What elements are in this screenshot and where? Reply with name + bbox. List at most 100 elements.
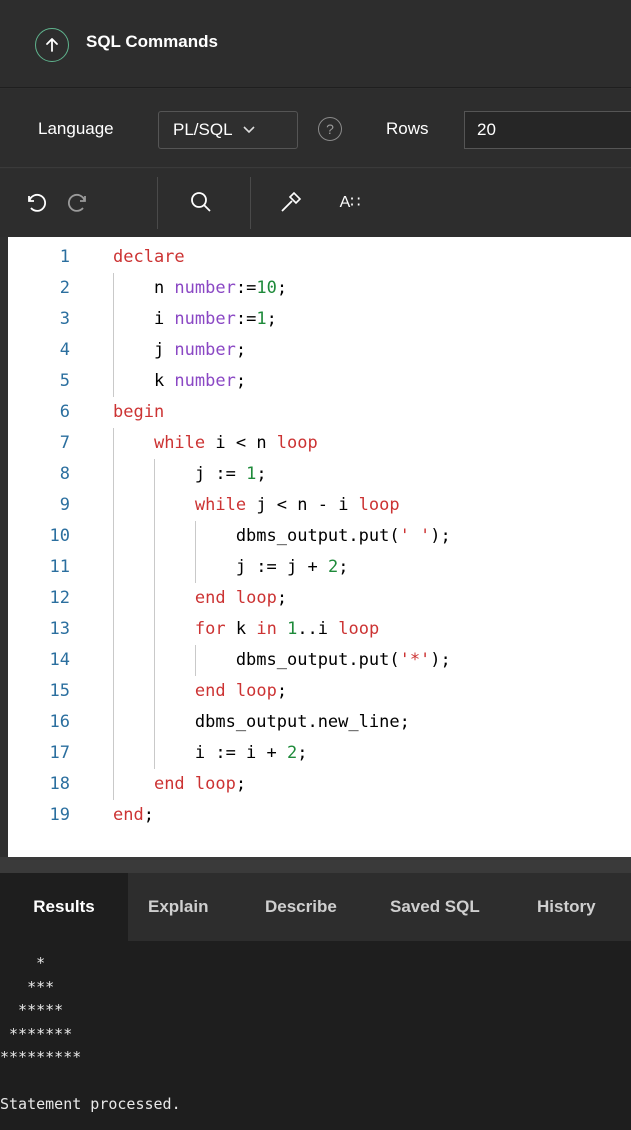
tab-describe-label: Describe (265, 897, 337, 916)
code-token: number (174, 278, 236, 298)
line-number: 6 (59, 402, 70, 422)
code-token: := (235, 278, 257, 298)
language-label: Language (38, 119, 114, 138)
line-number: 7 (59, 433, 70, 453)
code-token: end (194, 681, 226, 701)
code-line[interactable]: 18 end loop; (8, 769, 631, 800)
code-token: i (113, 309, 175, 329)
output-line: Statement processed. (0, 1095, 181, 1113)
code-line[interactable]: 17 i := i + 2; (8, 738, 631, 769)
code-token: begin (113, 402, 165, 422)
tab-history[interactable]: History (537, 873, 596, 941)
tab-results[interactable]: Results (0, 873, 128, 941)
code-line[interactable]: 19 end; (8, 800, 631, 831)
line-number: 16 (49, 712, 70, 732)
code-token: n (113, 278, 175, 298)
code-token: number (174, 309, 236, 329)
output-line: ***** (0, 1001, 64, 1019)
help-icon[interactable]: ? (318, 117, 342, 141)
code-text: n number:=10; (113, 273, 287, 304)
code-token: k (225, 619, 257, 639)
code-token: k (113, 371, 175, 391)
code-line[interactable]: 15 end loop; (8, 676, 631, 707)
output-line: ******* (0, 1024, 73, 1043)
tab-explain[interactable]: Explain (148, 873, 208, 941)
language-select[interactable]: PL/SQL (158, 111, 298, 149)
rows-input[interactable] (464, 111, 631, 149)
code-line[interactable]: 12 end loop; (8, 583, 631, 614)
code-token: ; (297, 743, 308, 763)
code-token: 1 (287, 619, 298, 639)
code-line[interactable]: 6 begin (8, 397, 631, 428)
code-line[interactable]: 16 dbms_output.new_line; (8, 707, 631, 738)
code-token: ' ' (399, 526, 431, 546)
code-text: dbms_output.new_line; (113, 707, 410, 738)
code-line[interactable]: 10 dbms_output.put(' '); (8, 521, 631, 552)
output-line: * (0, 954, 46, 972)
code-token: ; (276, 278, 288, 298)
code-token: i < n (205, 433, 277, 453)
code-token: ); (430, 526, 451, 546)
code-line[interactable]: 7 while i < n loop (8, 428, 631, 459)
code-text: dbms_output.put('*'); (113, 645, 451, 676)
line-number: 5 (59, 371, 70, 391)
results-tabs: Results Explain Describe Saved SQL Histo… (0, 873, 631, 941)
code-token: dbms_output.put( (113, 526, 400, 546)
code-token: i := i + (113, 743, 287, 763)
code-line[interactable]: 11 j := j + 2; (8, 552, 631, 583)
search-icon[interactable] (184, 185, 218, 219)
line-number: 2 (59, 278, 70, 298)
code-token: ; (276, 588, 288, 608)
code-text: end loop; (113, 769, 246, 800)
tab-saved-sql[interactable]: Saved SQL (390, 873, 480, 941)
code-text: declare (113, 242, 185, 273)
code-editor[interactable]: 1 declare 2 n number:=10; 3 i number:=1; 4 j… (0, 237, 631, 857)
hammer-icon[interactable] (274, 185, 308, 219)
code-line[interactable]: 9 while j < n - i loop (8, 490, 631, 521)
toolbar-divider (250, 177, 251, 229)
code-text: k number; (113, 366, 246, 397)
output-line: ********* (0, 1048, 82, 1066)
language-value: PL/SQL (173, 120, 233, 139)
code-text: begin (113, 397, 164, 428)
code-token: for (194, 619, 226, 639)
chevron-down-icon (242, 123, 255, 137)
arrow-up-circle-icon[interactable] (35, 28, 69, 62)
code-token: ; (235, 371, 247, 391)
line-number: 1 (59, 247, 70, 267)
code-token: loop (194, 774, 236, 794)
code-token: 1 (256, 309, 267, 329)
code-line[interactable]: 4 j number; (8, 335, 631, 366)
code-token: number (174, 371, 236, 391)
code-token: loop (338, 619, 380, 639)
undo-icon[interactable] (18, 185, 52, 219)
tab-describe[interactable]: Describe (265, 873, 337, 941)
format-button[interactable]: A∷ (328, 185, 372, 219)
code-text: j := j + 2; (113, 552, 349, 583)
code-token: j < n - i (246, 495, 359, 515)
editor-results-splitter[interactable] (0, 857, 631, 873)
code-token: ; (235, 774, 247, 794)
code-line[interactable]: 3 i number:=1; (8, 304, 631, 335)
code-token: number (174, 340, 236, 360)
line-number: 10 (49, 526, 70, 546)
code-line[interactable]: 13 for k in 1..i loop (8, 614, 631, 645)
redo-icon[interactable] (62, 185, 96, 219)
code-line[interactable]: 14 dbms_output.put('*'); (8, 645, 631, 676)
code-text: i number:=1; (113, 304, 277, 335)
code-line[interactable]: 8 j := 1; (8, 459, 631, 490)
code-token: 2 (327, 557, 339, 577)
code-token: dbms_output.new_line; (113, 712, 410, 732)
code-token: ; (235, 340, 247, 360)
line-number: 19 (49, 805, 70, 825)
code-line[interactable]: 1 declare (8, 242, 631, 273)
code-line[interactable]: 5 k number; (8, 366, 631, 397)
code-line[interactable]: 2 n number:=10; (8, 273, 631, 304)
code-text: end; (113, 800, 154, 831)
code-token: 2 (287, 743, 298, 763)
